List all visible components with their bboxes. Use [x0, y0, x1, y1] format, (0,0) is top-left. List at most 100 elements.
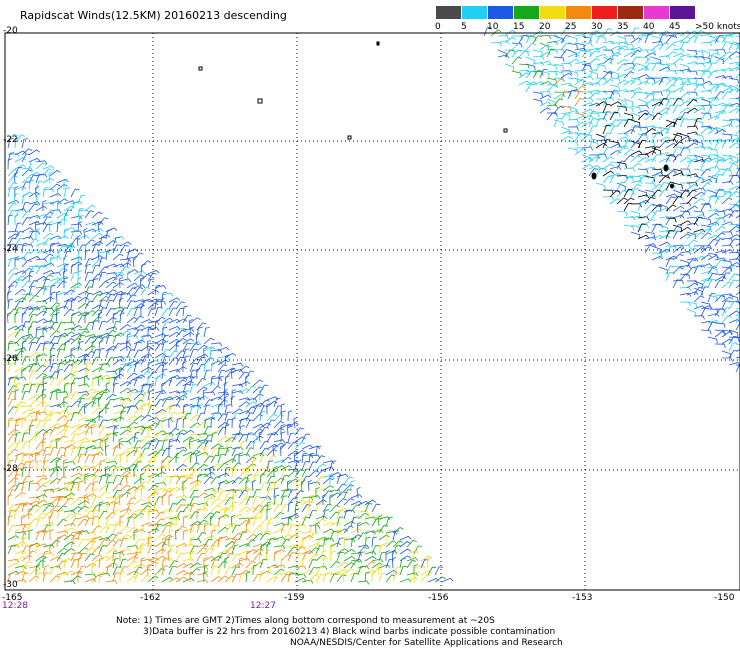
wind-barb	[259, 559, 268, 569]
wind-barb	[567, 35, 578, 43]
wind-barb	[49, 284, 56, 296]
wind-barb	[105, 533, 117, 541]
wind-barb	[14, 550, 27, 555]
wind-barb	[679, 53, 692, 58]
wind-barb	[266, 455, 277, 464]
wind-barb	[630, 87, 643, 93]
wind-barb	[273, 545, 286, 550]
wind-barb	[168, 318, 181, 324]
wind-barb	[140, 537, 153, 543]
wind-barb	[175, 337, 187, 345]
wind-barb	[91, 349, 100, 359]
wind-barb	[175, 498, 187, 506]
wind-barb	[378, 534, 390, 541]
wind-barb	[728, 294, 739, 302]
wind-barb	[70, 223, 83, 228]
wind-barb	[7, 182, 18, 191]
wind-barb	[616, 58, 629, 65]
wind-barb	[609, 190, 621, 198]
wind-barb	[161, 435, 173, 443]
wind-barb	[98, 391, 108, 401]
island-outlines	[198, 41, 674, 189]
wind-barb	[602, 156, 614, 163]
wind-barb	[679, 202, 692, 207]
wind-barb	[42, 431, 49, 443]
wind-barb	[91, 240, 104, 247]
wind-barb	[133, 407, 145, 415]
wind-barb	[7, 477, 19, 485]
wind-barb	[602, 111, 611, 121]
wind-barb	[77, 552, 87, 562]
wind-barb	[77, 341, 84, 352]
wind-barb	[91, 516, 98, 527]
wind-barb	[602, 96, 615, 101]
wind-barb	[21, 428, 33, 436]
wind-barb	[231, 362, 244, 367]
wind-barb	[322, 543, 328, 555]
wind-barb	[273, 512, 285, 520]
legend-label: >50 knots	[695, 22, 740, 32]
wind-barb	[707, 308, 719, 314]
wind-barb	[196, 502, 209, 507]
wind-barb	[77, 505, 89, 513]
wind-barb	[735, 229, 740, 233]
wind-barb	[630, 231, 641, 239]
wind-barb	[21, 572, 29, 583]
wind-barb	[119, 244, 129, 254]
wind-barb	[651, 131, 664, 137]
wind-barb	[651, 210, 662, 219]
wind-barb	[14, 337, 26, 345]
wind-barb	[259, 482, 269, 492]
wind-barb	[91, 407, 103, 415]
wind-barb	[196, 579, 209, 584]
wind-barb	[77, 296, 90, 303]
wind-barb	[686, 77, 698, 83]
wind-barb	[735, 283, 740, 289]
wind-barb	[84, 362, 92, 373]
wind-barb	[679, 92, 691, 100]
wind-barb	[56, 263, 69, 268]
wind-barb	[637, 109, 650, 114]
wind-barb	[686, 125, 699, 130]
wind-barb	[735, 124, 740, 128]
wind-barb	[119, 538, 128, 548]
wind-barb	[693, 133, 704, 141]
legend-swatch	[488, 6, 513, 19]
wind-barb	[308, 574, 319, 583]
wind-barb	[602, 49, 614, 55]
wind-barb	[707, 147, 718, 155]
wind-barb	[224, 424, 230, 436]
wind-barb	[735, 129, 740, 135]
wind-barb	[7, 510, 16, 520]
wind-barb	[84, 345, 96, 352]
wind-barb	[686, 282, 699, 289]
wind-barb	[56, 447, 65, 457]
wind-barb	[210, 559, 219, 569]
wind-barb	[168, 445, 173, 457]
wind-barb	[728, 265, 737, 275]
wind-barb	[160, 416, 166, 429]
wind-barb	[98, 340, 104, 352]
wind-barb	[609, 112, 621, 118]
wind-barb	[616, 174, 629, 180]
wind-barb	[294, 427, 305, 436]
wind-barb	[7, 158, 13, 170]
wind-barb	[63, 509, 76, 514]
wind-barb	[217, 399, 228, 408]
wind-barb	[714, 195, 724, 205]
wind-barb	[644, 150, 657, 156]
wind-barb	[35, 560, 46, 569]
wind-barb	[567, 118, 580, 124]
legend-label: 0	[435, 22, 441, 32]
wind-barb	[273, 573, 282, 583]
wind-barb	[63, 426, 72, 436]
wind-barb	[182, 442, 194, 450]
wind-barb	[623, 98, 634, 106]
wind-barb	[28, 270, 35, 282]
wind-barb	[161, 494, 167, 506]
wind-barb	[105, 540, 117, 548]
wind-barb	[245, 447, 255, 457]
wind-barb	[707, 126, 718, 133]
legend-swatch	[644, 6, 669, 19]
wind-barb	[70, 377, 79, 387]
